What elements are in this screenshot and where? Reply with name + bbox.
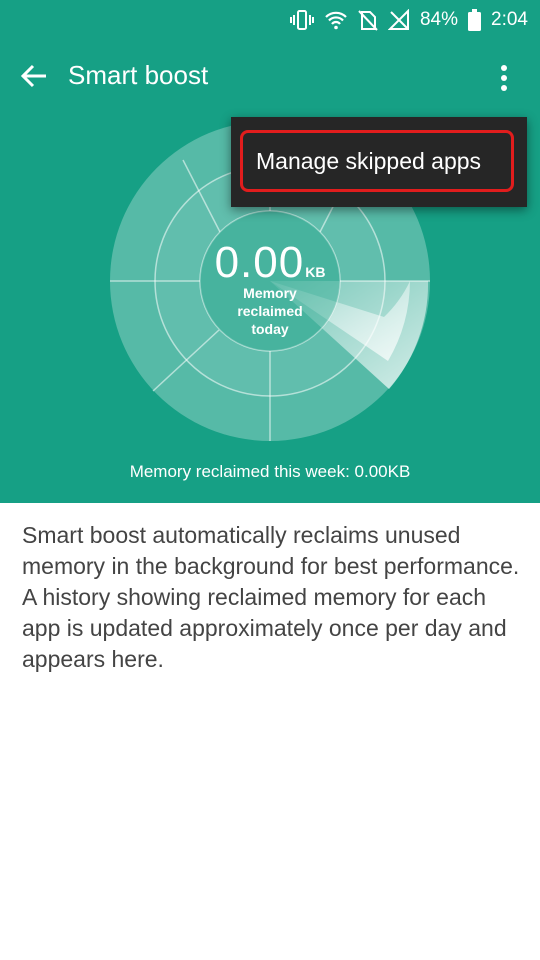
description-text: Smart boost automatically reclaims unuse… <box>22 522 520 672</box>
wifi-icon <box>324 9 348 31</box>
page-title: Smart boost <box>68 60 209 90</box>
dial-center <box>200 211 340 351</box>
overflow-menu-button[interactable] <box>492 58 516 98</box>
vibrate-icon <box>289 9 314 31</box>
battery-percent: 84% <box>419 9 459 30</box>
status-bar: 84% 2:04 <box>0 0 540 40</box>
app-bar: Smart boost <box>0 46 540 108</box>
more-vert-icon <box>501 65 507 91</box>
no-signal-icon <box>387 9 410 31</box>
no-sim-icon <box>358 9 378 31</box>
back-button[interactable] <box>14 56 54 96</box>
weekly-summary: Memory reclaimed this week: 0.00KB <box>129 462 411 481</box>
menu-item-manage-skipped-apps[interactable]: Manage skipped apps <box>240 130 514 192</box>
clock: 2:04 <box>491 9 528 30</box>
arrow-back-icon <box>20 64 46 88</box>
battery-icon <box>468 9 482 31</box>
overflow-menu: Manage skipped apps <box>231 117 527 207</box>
